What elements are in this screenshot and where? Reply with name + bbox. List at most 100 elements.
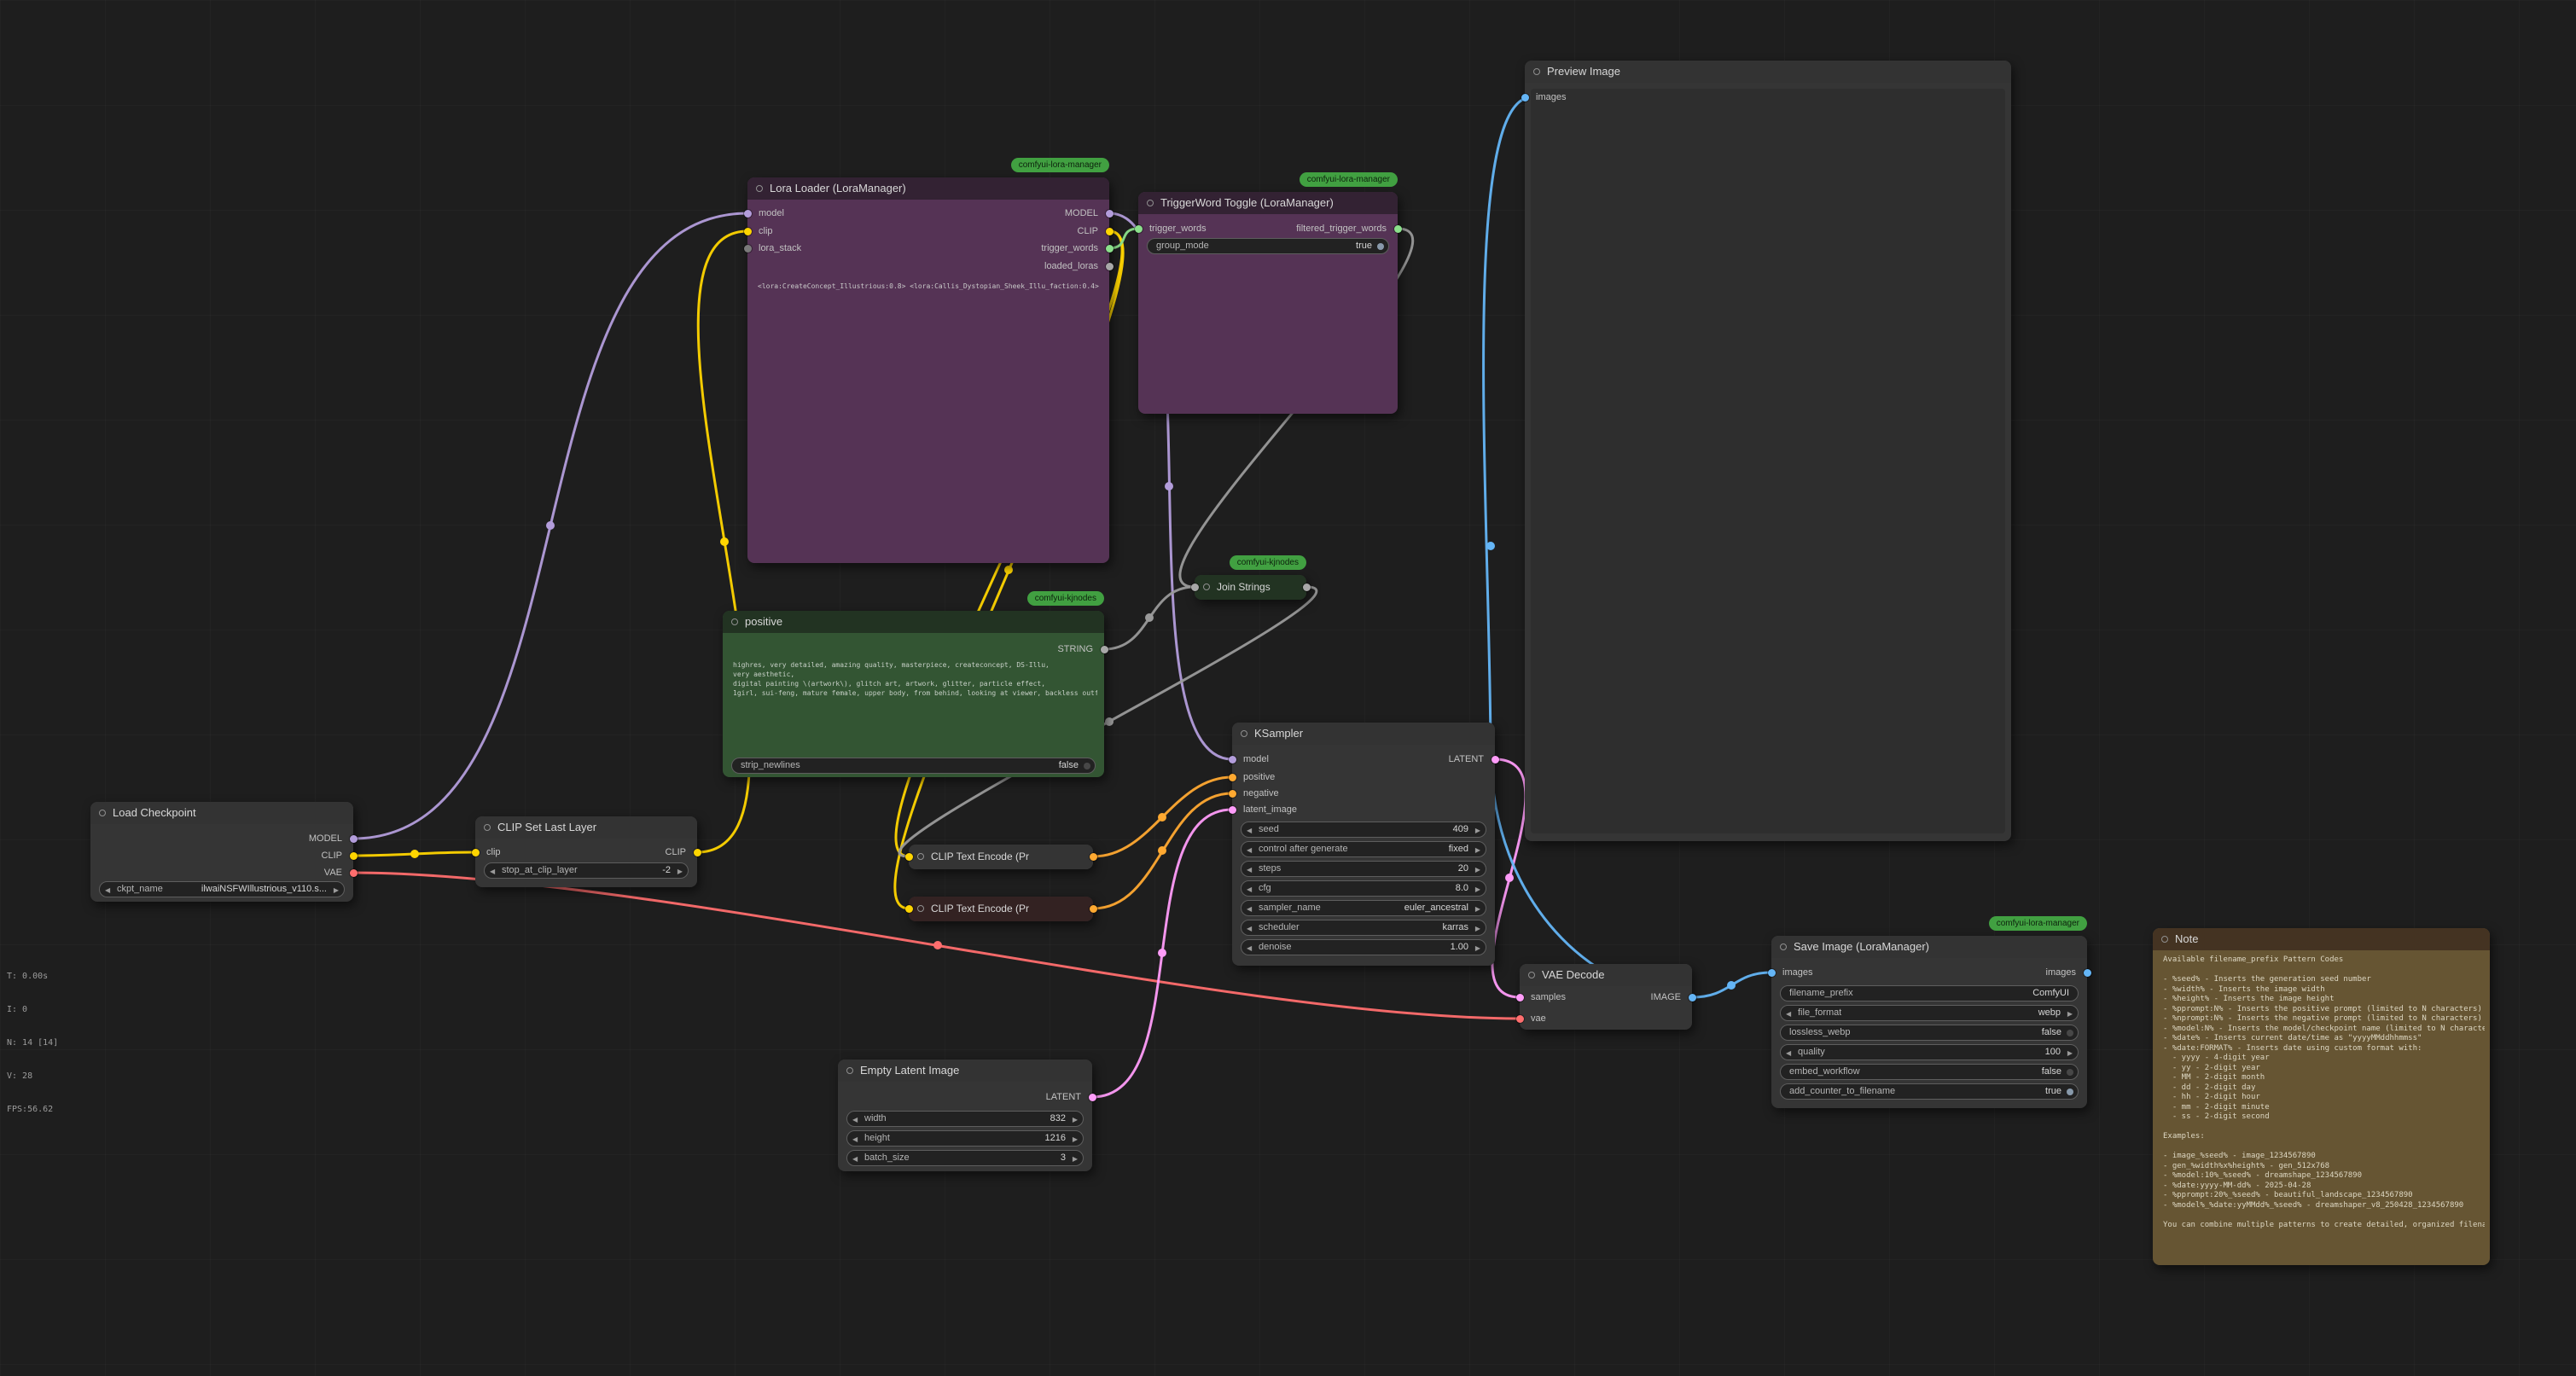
- increment-arrow-icon[interactable]: ▶: [2067, 1045, 2073, 1061]
- output-slot-trigger-words[interactable]: [1106, 245, 1114, 253]
- node-title-bar[interactable]: CLIP Set Last Layer: [475, 816, 697, 839]
- collapse-icon[interactable]: [2161, 936, 2168, 943]
- widget-width[interactable]: ◀ width 832 ▶: [846, 1111, 1084, 1127]
- input-slot-model[interactable]: [1229, 756, 1236, 763]
- widget-denoise[interactable]: ◀ denoise 1.00 ▶: [1241, 939, 1486, 955]
- decrement-arrow-icon[interactable]: ◀: [1786, 1045, 1791, 1061]
- output-slot-string[interactable]: [1101, 646, 1108, 653]
- widget-strip-newlines[interactable]: strip_newlines false: [731, 758, 1096, 774]
- increment-arrow-icon[interactable]: ▶: [1475, 940, 1480, 956]
- toggle-indicator-icon[interactable]: [2067, 1089, 2073, 1095]
- collapse-icon[interactable]: [1203, 583, 1210, 590]
- input-slot-clip[interactable]: [905, 905, 913, 913]
- increment-arrow-icon[interactable]: ▶: [1475, 822, 1480, 839]
- collapse-icon[interactable]: [731, 618, 738, 625]
- decrement-arrow-icon[interactable]: ◀: [1247, 940, 1252, 956]
- node-title-bar[interactable]: Preview Image: [1525, 61, 2011, 83]
- collapse-icon[interactable]: [1780, 943, 1787, 950]
- input-slot-lora-stack[interactable]: [744, 245, 752, 253]
- next-value-arrow-icon[interactable]: ▶: [2067, 1006, 2073, 1022]
- widget-embed-workflow[interactable]: embed_workflow false: [1780, 1064, 2079, 1080]
- output-slot-clip[interactable]: [350, 852, 358, 860]
- note-text[interactable]: Available filename_prefix Pattern Codes …: [2163, 955, 2485, 1258]
- collapse-icon[interactable]: [1533, 68, 1540, 75]
- node-load-checkpoint[interactable]: Load Checkpoint MODEL CLIP VAE ◀ ckpt_na…: [90, 802, 353, 902]
- widget-seed[interactable]: ◀ seed 409 ▶: [1241, 822, 1486, 838]
- increment-arrow-icon[interactable]: ▶: [1073, 1151, 1078, 1167]
- node-title-bar[interactable]: Lora Loader (LoraManager): [747, 177, 1109, 200]
- toggle-indicator-icon[interactable]: [2067, 1069, 2073, 1076]
- output-slot-latent[interactable]: [1089, 1094, 1096, 1101]
- node-empty-latent-image[interactable]: Empty Latent Image LATENT ◀ width 832 ▶ …: [838, 1060, 1092, 1171]
- input-slot-images[interactable]: [1768, 969, 1776, 977]
- widget-control-after-generate[interactable]: ◀ control after generate fixed ▶: [1241, 841, 1486, 857]
- next-value-arrow-icon[interactable]: ▶: [334, 882, 339, 898]
- node-clip-text-encode-negative[interactable]: CLIP Text Encode (Pr: [909, 897, 1093, 921]
- node-title-bar[interactable]: CLIP Text Encode (Pr: [909, 897, 1093, 921]
- node-title-bar[interactable]: Load Checkpoint: [90, 802, 353, 824]
- widget-scheduler[interactable]: ◀ scheduler karras ▶: [1241, 920, 1486, 936]
- input-slot-images[interactable]: [1521, 94, 1529, 102]
- output-slot-conditioning[interactable]: [1090, 853, 1097, 861]
- node-title-bar[interactable]: Note: [2153, 928, 2490, 950]
- output-slot-conditioning[interactable]: [1090, 905, 1097, 913]
- node-title-bar[interactable]: KSampler: [1232, 723, 1495, 745]
- next-value-arrow-icon[interactable]: ▶: [1475, 920, 1480, 937]
- input-slot-positive[interactable]: [1229, 774, 1236, 781]
- node-positive-prompt[interactable]: comfyui-kjnodes positive STRING highres,…: [723, 611, 1104, 777]
- collapse-icon[interactable]: [484, 824, 491, 831]
- node-lora-loader[interactable]: comfyui-lora-manager Lora Loader (LoraMa…: [747, 177, 1109, 563]
- node-title-bar[interactable]: positive: [723, 611, 1104, 633]
- decrement-arrow-icon[interactable]: ◀: [852, 1131, 858, 1147]
- node-title-bar[interactable]: Join Strings: [1195, 575, 1306, 600]
- input-slot-clip[interactable]: [905, 853, 913, 861]
- increment-arrow-icon[interactable]: ▶: [1073, 1112, 1078, 1128]
- collapse-icon[interactable]: [917, 853, 924, 860]
- decrement-arrow-icon[interactable]: ◀: [1247, 862, 1252, 878]
- output-slot-string[interactable]: [1303, 583, 1311, 591]
- output-slot-image[interactable]: [1689, 994, 1696, 1002]
- node-title-bar[interactable]: CLIP Text Encode (Pr: [909, 845, 1093, 869]
- prev-value-arrow-icon[interactable]: ◀: [1247, 901, 1252, 917]
- collapse-icon[interactable]: [99, 810, 106, 816]
- decrement-arrow-icon[interactable]: ◀: [1247, 881, 1252, 897]
- next-value-arrow-icon[interactable]: ▶: [1475, 842, 1480, 858]
- collapse-icon[interactable]: [1528, 972, 1535, 978]
- output-slot-vae[interactable]: [350, 869, 358, 877]
- input-slot-clip[interactable]: [744, 228, 752, 235]
- increment-arrow-icon[interactable]: ▶: [677, 863, 683, 880]
- collapse-icon[interactable]: [917, 905, 924, 912]
- widget-stop-at-clip-layer[interactable]: ◀ stop_at_clip_layer -2 ▶: [484, 862, 689, 879]
- toggle-indicator-icon[interactable]: [1084, 763, 1090, 769]
- decrement-arrow-icon[interactable]: ◀: [852, 1112, 858, 1128]
- output-slot-filtered-trigger-words[interactable]: [1394, 225, 1402, 233]
- toggle-indicator-icon[interactable]: [1377, 243, 1384, 250]
- node-clip-text-encode-positive[interactable]: CLIP Text Encode (Pr: [909, 845, 1093, 869]
- collapse-icon[interactable]: [756, 185, 763, 192]
- node-title-bar[interactable]: VAE Decode: [1520, 964, 1692, 986]
- output-slot-clip[interactable]: [694, 849, 701, 856]
- node-preview-image[interactable]: Preview Image images: [1525, 61, 2011, 841]
- increment-arrow-icon[interactable]: ▶: [1475, 862, 1480, 878]
- prev-value-arrow-icon[interactable]: ◀: [105, 882, 110, 898]
- widget-steps[interactable]: ◀ steps 20 ▶: [1241, 861, 1486, 877]
- node-title-bar[interactable]: Empty Latent Image: [838, 1060, 1092, 1082]
- output-slot-latent[interactable]: [1492, 756, 1499, 763]
- input-slot-trigger-words[interactable]: [1135, 225, 1143, 233]
- widget-group-mode[interactable]: group_mode true: [1147, 238, 1389, 254]
- prev-value-arrow-icon[interactable]: ◀: [1786, 1006, 1791, 1022]
- widget-batch-size[interactable]: ◀ batch_size 3 ▶: [846, 1150, 1084, 1166]
- toggle-indicator-icon[interactable]: [2067, 1030, 2073, 1036]
- prev-value-arrow-icon[interactable]: ◀: [1247, 842, 1252, 858]
- increment-arrow-icon[interactable]: ▶: [1073, 1131, 1078, 1147]
- widget-lossless-webp[interactable]: lossless_webp false: [1780, 1025, 2079, 1041]
- collapse-icon[interactable]: [1241, 730, 1247, 737]
- widget-sampler-name[interactable]: ◀ sampler_name euler_ancestral ▶: [1241, 900, 1486, 916]
- widget-add-counter-to-filename[interactable]: add_counter_to_filename true: [1780, 1083, 2079, 1100]
- widget-cfg[interactable]: ◀ cfg 8.0 ▶: [1241, 880, 1486, 897]
- decrement-arrow-icon[interactable]: ◀: [490, 863, 495, 880]
- widget-ckpt-name[interactable]: ◀ ckpt_name ilwaiNSFWIllustrious_v110.s.…: [99, 881, 345, 897]
- prompt-text[interactable]: highres, very detailed, amazing quality,…: [733, 660, 1097, 710]
- output-slot-loaded-loras[interactable]: [1106, 263, 1114, 270]
- output-slot-model[interactable]: [350, 835, 358, 843]
